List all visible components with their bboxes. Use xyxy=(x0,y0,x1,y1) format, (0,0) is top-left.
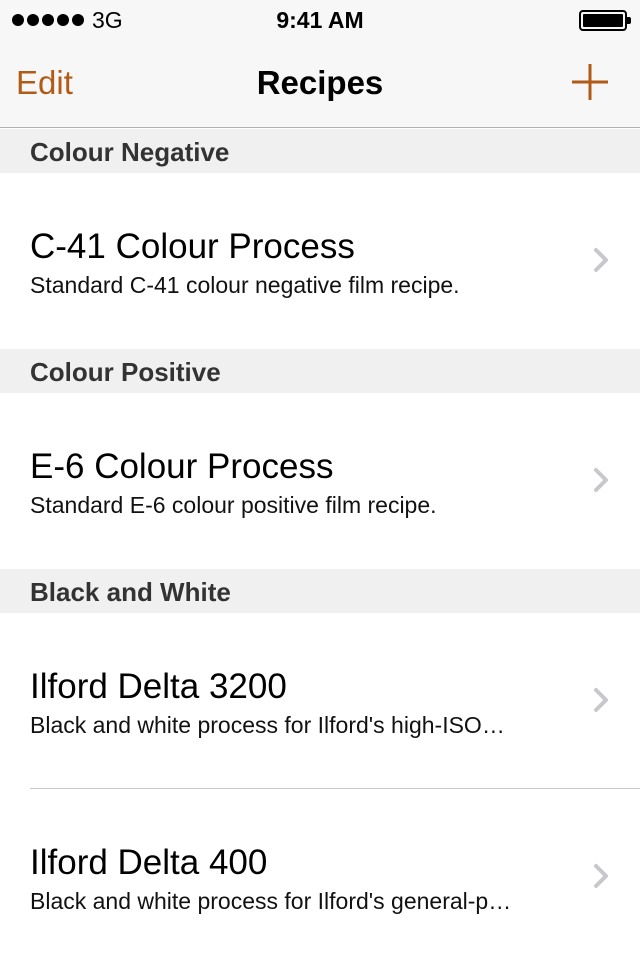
recipe-row-c41[interactable]: C-41 Colour Process Standard C-41 colour… xyxy=(0,173,640,349)
chevron-right-icon xyxy=(594,864,608,888)
recipe-row-delta-400[interactable]: Ilford Delta 400 Black and white process… xyxy=(0,789,640,960)
chevron-right-icon xyxy=(594,688,608,712)
plus-icon xyxy=(572,64,608,100)
status-bar: 3G 9:41 AM xyxy=(0,0,640,40)
section-header-label: Black and White xyxy=(30,577,231,607)
recipe-subtitle: Black and white process for Ilford's gen… xyxy=(30,888,512,914)
section-header-label: Colour Positive xyxy=(30,357,221,387)
status-time: 9:41 AM xyxy=(276,7,364,33)
chevron-right-icon xyxy=(594,468,608,492)
chevron-right-icon xyxy=(594,248,608,272)
recipe-title: E-6 Colour Process xyxy=(30,447,334,486)
recipe-title: C-41 Colour Process xyxy=(30,227,355,266)
recipe-row-delta-3200[interactable]: Ilford Delta 3200 Black and white proces… xyxy=(0,613,640,789)
battery-icon xyxy=(579,10,631,31)
section-header-black-and-white: Black and White xyxy=(0,569,640,613)
recipe-subtitle: Standard C-41 colour negative film recip… xyxy=(30,272,460,298)
recipe-subtitle: Black and white process for Ilford's hig… xyxy=(30,712,505,738)
section-header-colour-positive: Colour Positive xyxy=(0,349,640,393)
section-header-label: Colour Negative xyxy=(30,137,230,167)
navigation-bar: Edit Recipes xyxy=(0,40,640,128)
section-header-colour-negative: Colour Negative xyxy=(0,129,640,173)
page-title: Recipes xyxy=(256,64,384,101)
recipe-title: Ilford Delta 3200 xyxy=(30,667,287,706)
recipe-subtitle: Standard E-6 colour positive film recipe… xyxy=(30,492,437,518)
add-recipe-button[interactable] xyxy=(570,62,610,102)
recipe-row-e6[interactable]: E-6 Colour Process Standard E-6 colour p… xyxy=(0,393,640,569)
recipe-title: Ilford Delta 400 xyxy=(30,843,268,882)
